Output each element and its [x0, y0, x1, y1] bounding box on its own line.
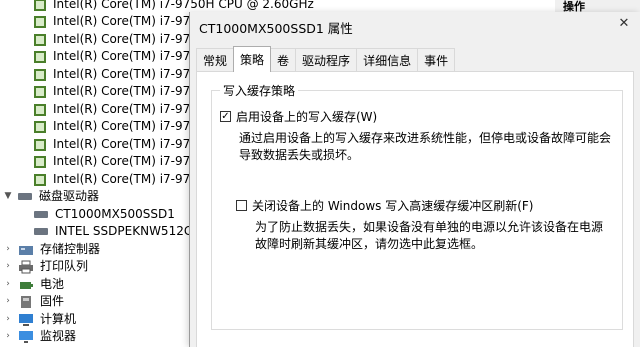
group-title: 写入缓存策略 — [220, 82, 299, 99]
tree-item-label: Intel(R) Core(TM) i7-9750 — [53, 137, 206, 151]
tree-item-label: Intel(R) Core(TM) i7-9750 — [53, 172, 206, 186]
monitor-icon — [18, 330, 34, 344]
tab-driver[interactable]: 驱动程序 — [295, 48, 358, 72]
tree-category-label: 存储控制器 — [40, 242, 101, 256]
buffer-flush-description: 为了防止数据丢失，如果设备没有单独的电源以允许该设备在电源 故障时刷新其缓冲区，… — [255, 219, 603, 253]
tab-general[interactable]: 常规 — [196, 48, 235, 72]
close-icon[interactable]: ✕ — [614, 15, 634, 33]
tree-category-disk[interactable]: ▼ 磁盘驱动器 — [2, 188, 99, 205]
tab-events[interactable]: 事件 — [417, 48, 456, 72]
tree-item-cpu[interactable]: Intel(R) Core(TM) i7-9750 — [34, 136, 206, 153]
tree-item-label: Intel(R) Core(TM) i7-9750 — [53, 84, 206, 98]
checkbox-label: 启用设备上的写入缓存(W) — [236, 110, 378, 124]
dialog-title: CT1000MX500SSD1 属性 — [199, 21, 353, 36]
tree-category-storage[interactable]: › 存储控制器 — [2, 241, 100, 258]
tree-item-cpu[interactable]: Intel(R) Core(TM) i7-9750 — [34, 83, 206, 100]
tree-category-print-queue[interactable]: › 打印队列 — [2, 258, 88, 275]
description-line: 导致数据丢失或损坏。 — [239, 148, 360, 162]
tree-category-firmware[interactable]: › 固件 — [2, 293, 64, 310]
turn-off-buffer-flush-checkbox[interactable]: 关闭设备上的 Windows 写入高速缓存缓冲区刷新(F) — [236, 197, 533, 214]
tree-item-label: Intel(R) Core(TM) i7-9750 — [53, 154, 206, 168]
write-cache-policy-group: 写入缓存策略 ✓ 启用设备上的写入缓存(W) 通过启用设备上的写入缓存来改进系统… — [211, 82, 623, 330]
processor-icon — [34, 103, 46, 116]
description-line: 为了防止数据丢失，如果设备没有单独的电源以允许该设备在电源 — [255, 220, 604, 234]
printer-icon — [18, 260, 34, 274]
disk-drive-icon — [34, 228, 48, 235]
tree-category-battery[interactable]: › 电池 — [2, 276, 64, 293]
tree-item-cpu[interactable]: Intel(R) Core(TM) i7-9750 — [34, 171, 206, 188]
tree-item-label: INTEL SSDPEKNW512G8 — [55, 224, 201, 238]
chevron-right-icon[interactable]: › — [2, 293, 14, 310]
tree-item-label: Intel(R) Core(TM) i7-9750 — [53, 67, 206, 81]
chevron-right-icon[interactable]: › — [2, 328, 14, 345]
disk-drive-icon — [18, 193, 32, 200]
enable-write-cache-checkbox[interactable]: ✓ 启用设备上的写入缓存(W) — [220, 108, 377, 125]
chevron-right-icon[interactable]: › — [2, 241, 14, 258]
processor-icon — [34, 0, 46, 11]
processor-icon — [34, 15, 46, 28]
tree-category-label: 监视器 — [40, 329, 77, 343]
tree-item-disk[interactable]: CT1000MX500SSD1 — [34, 206, 175, 223]
tab-volumes[interactable]: 卷 — [270, 48, 297, 72]
enable-write-cache-description: 通过启用设备上的写入缓存来改进系统性能，但停电或设备故障可能会 导致数据丢失或损… — [239, 130, 611, 164]
processor-icon — [34, 173, 46, 186]
processor-icon — [34, 120, 46, 133]
battery-icon — [18, 278, 34, 292]
checkbox-label: 关闭设备上的 Windows 写入高速缓存缓冲区刷新(F) — [252, 199, 534, 213]
tree-item-cpu[interactable]: Intel(R) Core(TM) i7-9750 — [34, 66, 206, 83]
firmware-icon — [18, 295, 34, 309]
chevron-right-icon[interactable]: › — [2, 276, 14, 293]
processor-icon — [34, 138, 46, 151]
device-tree: Intel(R) Core(TM) i7-9750H CPU @ 2.60GHz… — [0, 0, 314, 347]
properties-dialog: CT1000MX500SSD1 属性 ✕ 常规 策略 卷 驱动程序 详细信息 事… — [189, 12, 640, 347]
computer-icon — [18, 313, 34, 327]
tree-item-cpu[interactable]: Intel(R) Core(TM) i7-9750 — [34, 118, 206, 135]
tab-details[interactable]: 详细信息 — [356, 48, 419, 72]
processor-icon — [34, 85, 46, 98]
tree-category-monitor[interactable]: › 监视器 — [2, 328, 76, 345]
processor-icon — [34, 33, 46, 46]
tab-bar: 常规 策略 卷 驱动程序 详细信息 事件 — [196, 46, 456, 72]
chevron-right-icon[interactable]: › — [2, 258, 14, 275]
tree-category-label: 磁盘驱动器 — [39, 189, 100, 203]
storage-controller-icon — [18, 243, 34, 257]
tree-item-disk[interactable]: INTEL SSDPEKNW512G8 — [34, 223, 201, 240]
description-line: 故障时刷新其缓冲区，请勿选中此复选框。 — [255, 237, 484, 251]
tree-category-computer[interactable]: › 计算机 — [2, 311, 76, 328]
tree-item-cpu[interactable]: Intel(R) Core(TM) i7-9750 — [34, 31, 206, 48]
tree-item-label: Intel(R) Core(TM) i7-9750 — [53, 119, 206, 133]
checkbox-unchecked-icon — [236, 200, 247, 211]
checkbox-checked-icon: ✓ — [220, 111, 231, 122]
tree-item-cpu[interactable]: Intel(R) Core(TM) i7-9750 — [34, 101, 206, 118]
processor-icon — [34, 155, 46, 168]
tree-item-label: Intel(R) Core(TM) i7-9750 — [53, 49, 206, 63]
tree-item-label: Intel(R) Core(TM) i7-9750 — [53, 102, 206, 116]
tree-category-label: 打印队列 — [40, 259, 89, 273]
tree-category-label: 电池 — [40, 277, 65, 291]
processor-icon — [34, 68, 46, 81]
policies-panel: 写入缓存策略 ✓ 启用设备上的写入缓存(W) 通过启用设备上的写入缓存来改进系统… — [196, 71, 634, 347]
tree-category-label: 固件 — [40, 294, 65, 308]
tree-item-label: Intel(R) Core(TM) i7-9750 — [53, 32, 206, 46]
tree-item-cpu[interactable]: Intel(R) Core(TM) i7-9750 — [34, 13, 206, 30]
tree-category-label: 计算机 — [40, 312, 77, 326]
chevron-right-icon[interactable]: › — [2, 311, 14, 328]
chevron-down-icon[interactable]: ▼ — [2, 188, 14, 205]
processor-icon — [34, 50, 46, 63]
description-line: 通过启用设备上的写入缓存来改进系统性能，但停电或设备故障可能会 — [239, 131, 612, 145]
tree-item-cpu[interactable]: Intel(R) Core(TM) i7-9750 — [34, 153, 206, 170]
tab-policies[interactable]: 策略 — [233, 46, 272, 72]
tree-item-label: Intel(R) Core(TM) i7-9750 — [53, 14, 206, 28]
tree-item-cpu[interactable]: Intel(R) Core(TM) i7-9750 — [34, 48, 206, 65]
disk-drive-icon — [34, 211, 48, 218]
tree-item-label: CT1000MX500SSD1 — [55, 207, 175, 221]
